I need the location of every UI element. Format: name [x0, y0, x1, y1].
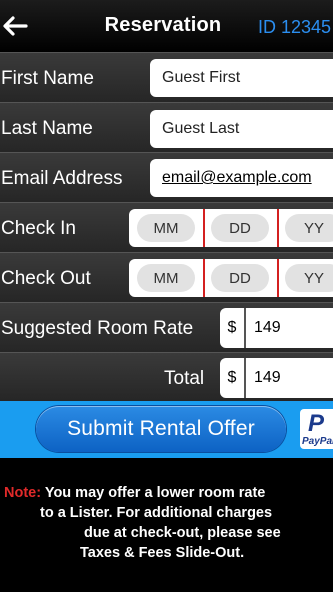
room-rate-value: 149 — [254, 319, 281, 336]
room-rate-label: Suggested Room Rate — [1, 318, 194, 339]
submit-rental-offer-button[interactable]: Submit Rental Offer — [36, 406, 286, 452]
check-in-divider-1 — [203, 209, 205, 247]
note-line-4: Taxes & Fees Slide-Out. — [80, 545, 245, 561]
note-text: Note: You may offer a lower room rate to… — [4, 483, 330, 563]
arrow-left-icon — [3, 16, 28, 36]
last-name-value: Guest Last — [162, 120, 240, 137]
first-name-row: First Name Guest First — [0, 52, 333, 102]
total-value: 149 — [254, 369, 281, 386]
paypal-logo[interactable]: P PayPal — [300, 409, 333, 449]
check-out-date-picker: MM DD YY — [129, 259, 333, 297]
back-button[interactable] — [0, 10, 30, 42]
room-rate-row: Suggested Room Rate $ 149 — [0, 302, 333, 352]
check-in-year[interactable]: YY — [285, 214, 333, 242]
total-field: $ 149 — [220, 358, 333, 398]
check-in-month[interactable]: MM — [137, 214, 195, 242]
email-row: Email Address email@example.com — [0, 152, 333, 202]
first-name-value: Guest First — [162, 69, 241, 86]
total-label: Total — [164, 368, 205, 389]
check-out-divider-1 — [203, 259, 205, 297]
note-line-1: Note: You may offer a lower room rate — [4, 483, 330, 503]
email-value: email@example.com — [162, 169, 312, 186]
paypal-wordmark: PayPal — [302, 436, 333, 447]
check-out-row: Check Out MM DD YY — [0, 252, 333, 302]
note-line-1-text: You may offer a lower room rate — [44, 485, 266, 501]
submit-bar: Submit Rental Offer — [0, 401, 333, 458]
check-out-day[interactable]: DD — [211, 264, 269, 292]
last-name-label: Last Name — [1, 118, 93, 139]
email-field[interactable]: email@example.com — [150, 159, 333, 197]
header-bar: Reservation ID 12345 — [0, 0, 333, 52]
check-in-divider-2 — [277, 209, 279, 247]
reservation-screen: Reservation ID 12345 First Name Guest Fi… — [0, 0, 333, 592]
note-area: Note: You may offer a lower room rate to… — [0, 458, 333, 592]
reservation-id: ID 12345 — [258, 17, 332, 37]
last-name-row: Last Name Guest Last — [0, 102, 333, 152]
note-line-3: due at check-out, please see — [84, 525, 281, 541]
page-title: Reservation — [104, 14, 222, 36]
first-name-label: First Name — [1, 68, 94, 89]
check-in-label: Check In — [1, 218, 76, 239]
check-out-year[interactable]: YY — [285, 264, 333, 292]
check-in-day[interactable]: DD — [211, 214, 269, 242]
paypal-mark: P — [308, 410, 325, 437]
total-currency: $ — [220, 358, 246, 398]
check-out-month[interactable]: MM — [137, 264, 195, 292]
note-label: Note: — [4, 485, 42, 501]
first-name-field[interactable]: Guest First — [150, 59, 333, 97]
total-row: Total $ 149 — [0, 352, 333, 401]
check-in-row: Check In MM DD YY — [0, 202, 333, 252]
note-line-2: to a Lister. For additional charges — [40, 505, 273, 521]
check-out-divider-2 — [277, 259, 279, 297]
check-in-date-picker: MM DD YY — [129, 209, 333, 247]
last-name-field[interactable]: Guest Last — [150, 110, 333, 148]
email-label: Email Address — [1, 168, 123, 189]
room-rate-currency: $ — [220, 308, 246, 348]
check-out-label: Check Out — [1, 268, 91, 289]
room-rate-field[interactable]: $ 149 — [220, 308, 333, 348]
